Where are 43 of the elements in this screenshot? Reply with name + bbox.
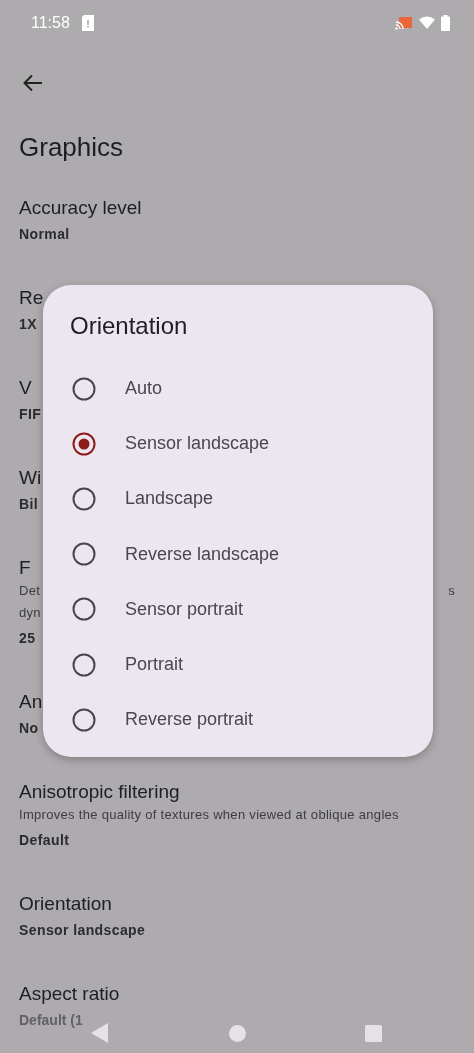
option-label[interactable]: Portrait	[125, 654, 184, 676]
radio-button[interactable]	[72, 431, 96, 456]
setting-title[interactable]: F	[19, 556, 31, 580]
cast-icon	[395, 15, 413, 30]
setting-description: dyn	[19, 604, 41, 622]
option-label[interactable]: Reverse portrait	[125, 709, 254, 731]
radio-button[interactable]	[72, 652, 96, 677]
status-time: 11:58	[31, 13, 70, 32]
setting-description: Det	[19, 582, 41, 600]
option-label[interactable]: Sensor portrait	[125, 598, 244, 620]
setting-value: Default (1	[19, 1011, 83, 1030]
setting-title[interactable]: Anisotropic filtering	[19, 780, 180, 804]
radio-button[interactable]	[72, 597, 96, 622]
setting-description: Improves the quality of textures when viewed at oblique angles	[19, 806, 399, 824]
wifi-icon	[419, 16, 435, 29]
setting-value: Bil	[19, 495, 39, 514]
setting-value: 25	[19, 629, 36, 648]
setting-value: No	[19, 719, 39, 738]
setting-description: s	[448, 582, 455, 600]
setting-title[interactable]: Wi	[19, 466, 42, 490]
setting-value: Sensor landscape	[19, 921, 146, 940]
radio-button[interactable]	[72, 707, 96, 732]
option-label[interactable]: Reverse landscape	[125, 543, 280, 565]
radio-button[interactable]	[72, 486, 96, 511]
sim-card-icon	[81, 14, 94, 31]
battery-icon	[441, 14, 450, 31]
setting-title[interactable]: V	[19, 376, 32, 400]
dialog-title: Orientation	[70, 311, 189, 341]
radio-button[interactable]	[72, 542, 96, 567]
setting-title[interactable]: Accuracy level	[19, 196, 142, 220]
option-label[interactable]: Landscape	[125, 488, 214, 510]
back-arrow-icon[interactable]	[23, 74, 43, 92]
setting-value: Normal	[19, 225, 70, 244]
radio-button[interactable]	[72, 376, 96, 401]
setting-title[interactable]: Re	[19, 286, 44, 310]
setting-title[interactable]: Orientation	[19, 892, 112, 916]
option-label[interactable]: Sensor landscape	[125, 433, 270, 455]
setting-value: Default	[19, 831, 70, 850]
page-title: Graphics	[19, 131, 125, 164]
setting-title[interactable]: An	[19, 690, 43, 714]
setting-value: 1X	[19, 315, 37, 334]
setting-value: FIF	[19, 405, 42, 424]
option-label[interactable]: Auto	[125, 378, 163, 400]
